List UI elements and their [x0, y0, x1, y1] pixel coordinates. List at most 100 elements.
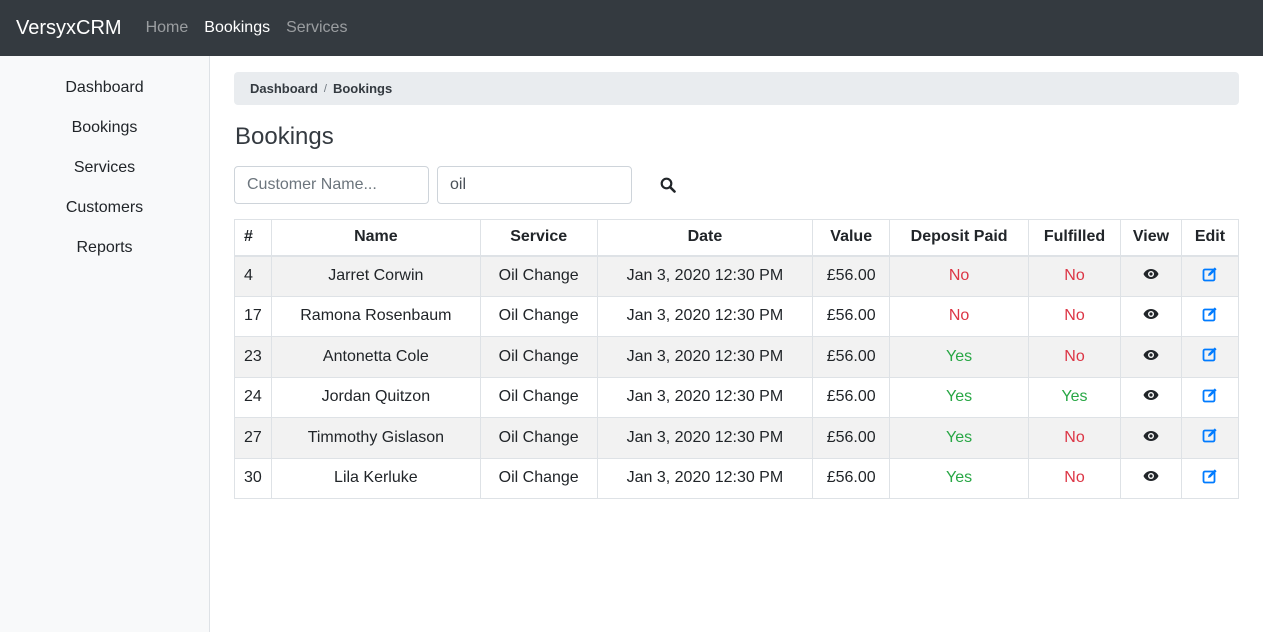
table-body: 4 Jarret Corwin Oil Change Jan 3, 2020 12:3…	[234, 255, 1240, 499]
sidebar-item-services[interactable]: Services	[0, 152, 209, 192]
main-content: Dashboard / Bookings Bookings # Name Ser…	[210, 56, 1263, 632]
customer-name-input[interactable]	[234, 166, 429, 204]
nav-link-services[interactable]: Services	[286, 19, 347, 37]
cell-date: Jan 3, 2020 12:30 PM	[596, 457, 814, 499]
col-header-fulfilled[interactable]: Fulfilled	[1028, 219, 1121, 257]
table-row: 27 Timmothy Gislason Oil Change Jan 3, 2020…	[234, 417, 1240, 459]
edit-button[interactable]	[1180, 255, 1240, 297]
edit-button[interactable]	[1180, 295, 1240, 337]
top-navbar: VersyxCRM Home Bookings Services	[0, 0, 1263, 56]
cell-fulfilled: No	[1028, 295, 1121, 337]
cell-id: 17	[234, 295, 272, 337]
cell-value: £56.00	[812, 295, 891, 337]
view-button[interactable]	[1119, 336, 1182, 378]
cell-id: 30	[234, 457, 272, 499]
view-button[interactable]	[1119, 457, 1182, 499]
sidebar: Dashboard Bookings Services Customers Re…	[0, 56, 210, 632]
nav-link-home[interactable]: Home	[146, 19, 189, 37]
edit-icon	[1202, 307, 1217, 322]
sidebar-item-customers[interactable]: Customers	[0, 192, 209, 232]
sidebar-item-bookings[interactable]: Bookings	[0, 112, 209, 152]
cell-value: £56.00	[812, 417, 891, 459]
cell-deposit-paid: Yes	[889, 336, 1030, 378]
col-header-edit: Edit	[1180, 219, 1240, 257]
cell-name: Jordan Quitzon	[270, 376, 481, 418]
edit-button[interactable]	[1180, 417, 1240, 459]
eye-icon	[1143, 430, 1159, 441]
view-button[interactable]	[1119, 255, 1182, 297]
cell-value: £56.00	[812, 376, 891, 418]
search-button[interactable]	[648, 166, 688, 204]
eye-icon	[1143, 309, 1159, 320]
table-header-row: # Name Service Date Value Deposit Paid F…	[234, 219, 1240, 257]
cell-deposit-paid: Yes	[889, 417, 1030, 459]
cell-service: Oil Change	[479, 295, 598, 337]
cell-fulfilled: No	[1028, 255, 1121, 297]
edit-icon	[1202, 388, 1217, 403]
col-header-service[interactable]: Service	[479, 219, 598, 257]
cell-value: £56.00	[812, 255, 891, 297]
edit-button[interactable]	[1180, 376, 1240, 418]
cell-value: £56.00	[812, 457, 891, 499]
edit-button[interactable]	[1180, 336, 1240, 378]
eye-icon	[1143, 390, 1159, 401]
col-header-date[interactable]: Date	[596, 219, 814, 257]
edit-icon	[1202, 266, 1217, 281]
breadcrumb-dashboard[interactable]: Dashboard	[250, 81, 318, 96]
sidebar-item-dashboard[interactable]: Dashboard	[0, 72, 209, 112]
view-button[interactable]	[1119, 417, 1182, 459]
col-header-name[interactable]: Name	[270, 219, 481, 257]
cell-deposit-paid: No	[889, 255, 1030, 297]
table-row: 17 Ramona Rosenbaum Oil Change Jan 3, 2020 …	[234, 295, 1240, 337]
view-button[interactable]	[1119, 295, 1182, 337]
cell-name: Antonetta Cole	[270, 336, 481, 378]
table-row: 4 Jarret Corwin Oil Change Jan 3, 2020 12:3…	[234, 255, 1240, 297]
cell-fulfilled: No	[1028, 336, 1121, 378]
nav-link-bookings[interactable]: Bookings	[204, 19, 270, 37]
cell-name: Timmothy Gislason	[270, 417, 481, 459]
breadcrumb-separator: /	[323, 82, 327, 95]
edit-icon	[1202, 347, 1217, 362]
cell-service: Oil Change	[479, 336, 598, 378]
cell-id: 23	[234, 336, 272, 378]
cell-fulfilled: Yes	[1028, 376, 1121, 418]
cell-id: 27	[234, 417, 272, 459]
cell-id: 24	[234, 376, 272, 418]
col-header-view: View	[1119, 219, 1182, 257]
cell-date: Jan 3, 2020 12:30 PM	[596, 417, 814, 459]
service-search-input[interactable]	[437, 166, 632, 204]
edit-icon	[1202, 428, 1217, 443]
cell-service: Oil Change	[479, 376, 598, 418]
cell-service: Oil Change	[479, 457, 598, 499]
eye-icon	[1143, 349, 1159, 360]
cell-value: £56.00	[812, 336, 891, 378]
search-form	[234, 166, 1239, 204]
cell-date: Jan 3, 2020 12:30 PM	[596, 255, 814, 297]
cell-date: Jan 3, 2020 12:30 PM	[596, 376, 814, 418]
cell-name: Jarret Corwin	[270, 255, 481, 297]
table-row: 30 Lila Kerluke Oil Change Jan 3, 2020 12:3…	[234, 457, 1240, 499]
sidebar-item-reports[interactable]: Reports	[0, 232, 209, 272]
brand-logo[interactable]: VersyxCRM	[16, 17, 122, 40]
table-row: 23 Antonetta Cole Oil Change Jan 3, 2020 12…	[234, 336, 1240, 378]
layout: Dashboard Bookings Services Customers Re…	[0, 56, 1263, 632]
cell-service: Oil Change	[479, 255, 598, 297]
edit-button[interactable]	[1180, 457, 1240, 499]
table-row: 24 Jordan Quitzon Oil Change Jan 3, 2020 12…	[234, 376, 1240, 418]
cell-id: 4	[234, 255, 272, 297]
cell-service: Oil Change	[479, 417, 598, 459]
eye-icon	[1143, 269, 1159, 279]
cell-name: Ramona Rosenbaum	[270, 295, 481, 337]
search-icon	[660, 177, 676, 193]
edit-icon	[1202, 469, 1217, 484]
cell-name: Lila Kerluke	[270, 457, 481, 499]
col-header-id[interactable]: #	[234, 219, 272, 257]
cell-deposit-paid: Yes	[889, 376, 1030, 418]
view-button[interactable]	[1119, 376, 1182, 418]
cell-date: Jan 3, 2020 12:30 PM	[596, 336, 814, 378]
col-header-deposit-paid[interactable]: Deposit Paid	[889, 219, 1030, 257]
col-header-value[interactable]: Value	[812, 219, 891, 257]
breadcrumb-bookings: Bookings	[332, 81, 393, 96]
cell-fulfilled: No	[1028, 417, 1121, 459]
page-title: Bookings	[235, 123, 334, 150]
